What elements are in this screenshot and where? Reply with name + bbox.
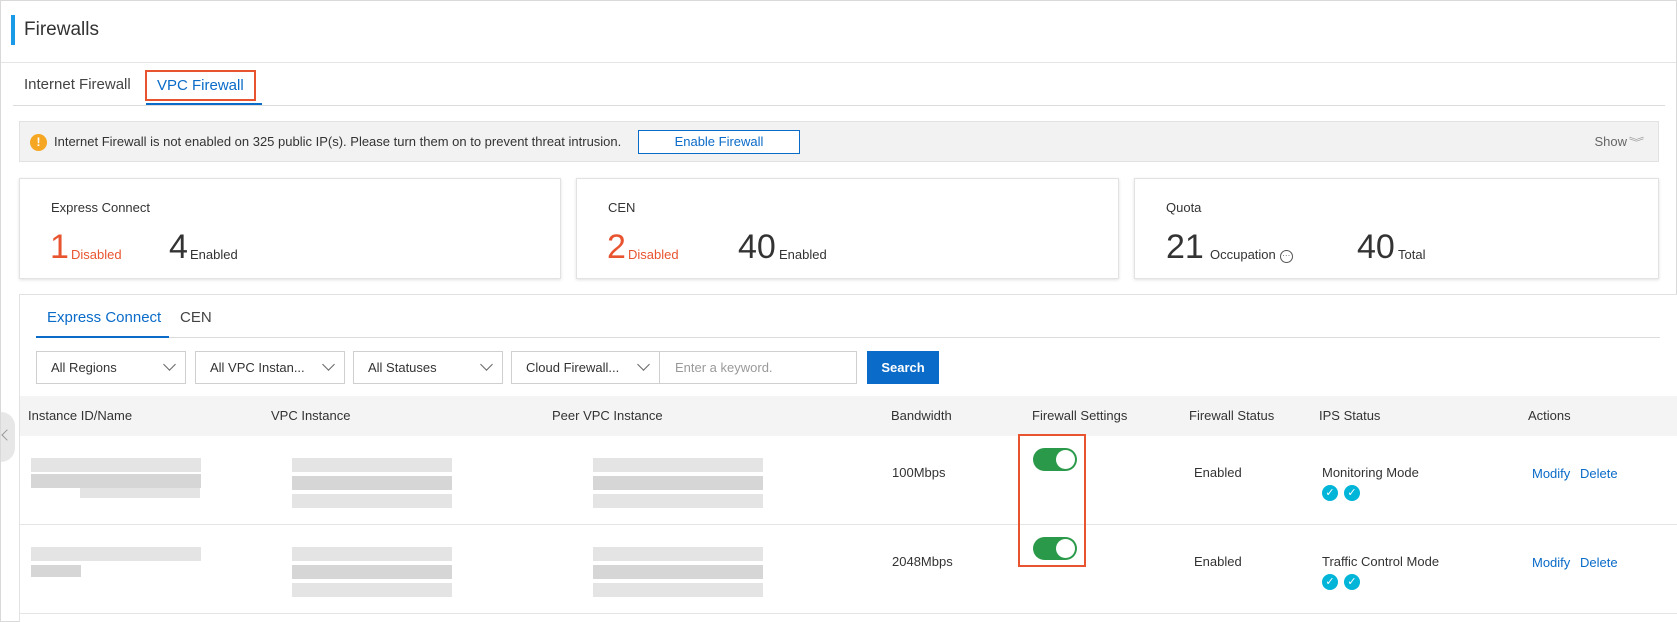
tab-internet-firewall[interactable]: Internet Firewall	[24, 76, 131, 93]
ips-status: Monitoring Mode	[1322, 465, 1419, 480]
sidebar-collapse-handle[interactable]	[1, 412, 15, 462]
column-header: IPS Status	[1319, 408, 1381, 423]
search-button[interactable]: Search	[867, 351, 939, 384]
inner-tabs: Express Connect CEN	[36, 295, 1660, 338]
chevron-double-down-icon: ︾	[1628, 137, 1645, 149]
tab-cen[interactable]: CEN	[180, 309, 212, 326]
region-select[interactable]: All Regions	[36, 351, 186, 384]
column-header: Firewall Status	[1189, 408, 1275, 423]
firewall-status: Enabled	[1194, 554, 1242, 569]
card-label: Express Connect	[51, 200, 150, 215]
check-icon: ✓	[1322, 485, 1338, 501]
ips-check-group: ✓ ✓	[1322, 573, 1366, 590]
active-tab-indicator	[36, 336, 169, 338]
status-select-value: All Statuses	[368, 360, 437, 375]
column-header: Bandwidth	[891, 408, 952, 423]
chevron-left-icon	[1, 429, 13, 441]
active-tab-indicator	[146, 103, 262, 105]
cloud-firewall-select-value: Cloud Firewall...	[526, 360, 620, 375]
chevron-down-icon	[163, 358, 176, 371]
quota-card: Quota 21 Occupation ··· 40 Total	[1134, 178, 1659, 279]
show-label: Show	[1594, 134, 1627, 149]
occupation-count: 21	[1166, 228, 1204, 266]
modify-link[interactable]: Modify	[1532, 555, 1570, 570]
occupation-label: Occupation	[1210, 247, 1276, 262]
column-header: Actions	[1528, 408, 1571, 423]
express-connect-card: Express Connect 1 Disabled 4 Enabled	[19, 178, 561, 279]
enabled-count: 40	[738, 228, 776, 266]
column-header: Firewall Settings	[1032, 408, 1128, 423]
keyword-input[interactable]	[659, 351, 857, 384]
disabled-label: Disabled	[71, 247, 122, 262]
card-label: CEN	[608, 200, 636, 215]
disabled-count: 1	[50, 228, 69, 266]
firewall-status: Enabled	[1194, 465, 1242, 480]
notice-bar: ! Internet Firewall is not enabled on 32…	[19, 121, 1659, 162]
disabled-label: Disabled	[628, 247, 679, 262]
enabled-count: 4	[169, 228, 188, 266]
delete-link[interactable]: Delete	[1580, 555, 1618, 570]
enabled-label: Enabled	[190, 247, 238, 262]
total-label: Total	[1398, 247, 1426, 262]
bandwidth-value: 2048Mbps	[892, 554, 953, 569]
page-header: Firewalls	[1, 1, 1676, 63]
card-label: Quota	[1166, 200, 1202, 215]
check-icon: ✓	[1344, 485, 1360, 501]
title-accent-bar	[11, 15, 15, 45]
ips-status: Traffic Control Mode	[1322, 554, 1440, 569]
tab-vpc-firewall[interactable]: VPC Firewall	[145, 70, 256, 101]
table-header: Instance ID/Name VPC Instance Peer VPC I…	[20, 396, 1677, 436]
instances-panel: Express Connect CEN All Regions All VPC …	[19, 294, 1677, 622]
column-header: Instance ID/Name	[28, 408, 133, 423]
firewall-settings-highlight	[1018, 434, 1086, 567]
status-select[interactable]: All Statuses	[353, 351, 503, 384]
notice-message: Internet Firewall is not enabled on 325 …	[54, 134, 622, 149]
check-icon: ✓	[1344, 574, 1360, 590]
bandwidth-value: 100Mbps	[892, 465, 946, 480]
top-tabs: Internet Firewall VPC Firewall	[13, 64, 1665, 106]
column-header: Peer VPC Instance	[552, 408, 663, 423]
check-icon: ✓	[1322, 574, 1338, 590]
show-toggle[interactable]: Show ︾	[1594, 134, 1645, 150]
enable-firewall-button[interactable]: Enable Firewall	[638, 130, 800, 154]
chevron-down-icon	[637, 358, 650, 371]
warning-icon: !	[30, 134, 47, 151]
ips-check-group: ✓ ✓	[1322, 484, 1366, 501]
tab-express-connect[interactable]: Express Connect	[47, 309, 161, 326]
total-count: 40	[1357, 228, 1395, 266]
chevron-down-icon	[480, 358, 493, 371]
cloud-firewall-select[interactable]: Cloud Firewall...	[511, 351, 660, 384]
occupation-label-wrap: Occupation ···	[1210, 247, 1293, 263]
table-row: 2048Mbps Enabled Traffic Control Mode ✓ ✓…	[20, 525, 1677, 614]
enabled-label: Enabled	[779, 247, 827, 262]
disabled-count: 2	[607, 228, 626, 266]
cen-card: CEN 2 Disabled 40 Enabled	[576, 178, 1119, 279]
delete-link[interactable]: Delete	[1580, 466, 1618, 481]
region-select-value: All Regions	[51, 360, 117, 375]
column-header: VPC Instance	[271, 408, 351, 423]
vpc-instance-select[interactable]: All VPC Instan...	[195, 351, 345, 384]
more-info-icon[interactable]: ···	[1279, 250, 1293, 263]
chevron-down-icon	[322, 358, 335, 371]
table-row: 100Mbps Enabled Monitoring Mode ✓ ✓ Modif…	[20, 436, 1677, 525]
page-title: Firewalls	[24, 19, 99, 40]
vpc-instance-select-value: All VPC Instan...	[210, 360, 305, 375]
modify-link[interactable]: Modify	[1532, 466, 1570, 481]
app-window: Firewalls Internet Firewall VPC Firewall…	[0, 0, 1677, 622]
